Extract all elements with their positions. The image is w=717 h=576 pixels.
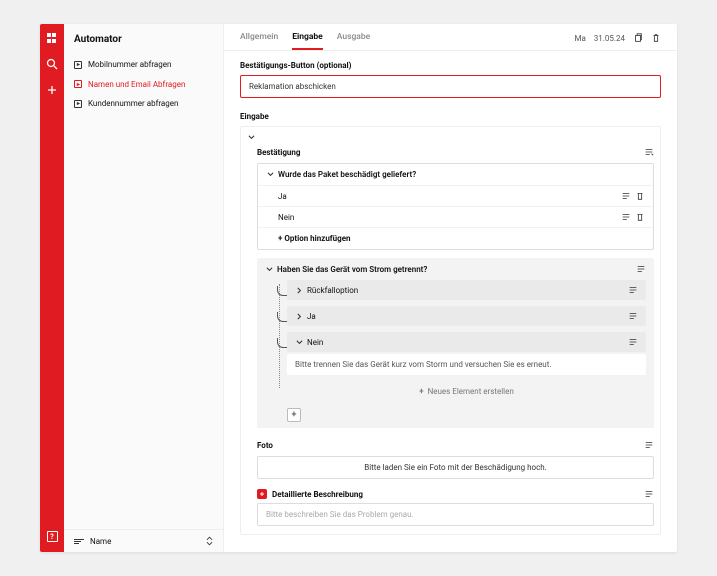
search-icon[interactable] — [46, 58, 58, 70]
ja-item[interactable]: Ja — [287, 306, 646, 326]
connector-curve — [277, 338, 287, 348]
chevron-down-icon — [265, 265, 273, 273]
delete-icon[interactable] — [651, 33, 661, 43]
top-bar: Allgemein Eingabe Ausgabe Ma 31.05.24 — [224, 24, 677, 51]
play-icon — [74, 61, 82, 69]
help-icon[interactable]: ? — [47, 531, 58, 542]
input-section-label: Eingabe — [240, 112, 661, 121]
new-element-button[interactable]: + Neues Element erstellen — [287, 381, 646, 402]
content-scroll: Bestätigungs-Button (optional) Reklamati… — [224, 51, 677, 552]
edit-icon[interactable] — [621, 191, 631, 201]
sidebar: Automator Mobilnummer abfragen Namen und… — [64, 24, 224, 552]
edit-icon[interactable] — [628, 337, 638, 347]
delete-icon[interactable] — [635, 191, 645, 201]
nav-rail: ? — [40, 24, 64, 552]
app-window: ? Automator Mobilnummer abfragen Namen u… — [40, 24, 677, 552]
main-panel: Allgemein Eingabe Ausgabe Ma 31.05.24 Be… — [224, 24, 677, 552]
sidebar-item-mobilnummer[interactable]: Mobilnummer abfragen — [64, 55, 223, 75]
question-box: Wurde das Paket beschädigt geliefert? Ja… — [257, 163, 654, 250]
foto-upload-box[interactable]: Bitte laden Sie ein Foto mit der Beschäd… — [257, 456, 654, 479]
date-prefix: Ma — [574, 34, 585, 43]
foto-block: Foto Bitte laden Sie ein Foto mit der Be… — [257, 438, 654, 479]
apps-icon[interactable] — [46, 32, 58, 44]
sort-control[interactable]: Name — [64, 529, 223, 552]
delete-icon[interactable] — [635, 212, 645, 222]
bestaetigung-header[interactable]: Bestätigung — [257, 145, 654, 159]
sidebar-list: Mobilnummer abfragen Namen und Email Abf… — [64, 53, 223, 114]
required-badge-icon — [257, 489, 267, 499]
question-header[interactable]: Wurde das Paket beschädigt geliefert? — [258, 164, 653, 185]
confirm-button-value: Reklamation abschicken — [249, 82, 336, 91]
sort-stepper-icon — [206, 536, 213, 546]
edit-icon[interactable] — [628, 311, 638, 321]
strom-block: Haben Sie das Gerät vom Strom getrennt? … — [257, 258, 654, 428]
tree-root-toggle[interactable] — [247, 133, 654, 141]
sidebar-title: Automator — [64, 24, 223, 53]
nein-label: Nein — [307, 338, 323, 347]
sidebar-item-label: Kundennummer abfragen — [88, 99, 178, 109]
strom-header[interactable]: Haben Sie das Gerät vom Strom getrennt? — [265, 264, 646, 274]
top-meta: Ma 31.05.24 — [574, 33, 661, 49]
tab-allgemein[interactable]: Allgemein — [240, 32, 278, 50]
connector-curve — [277, 286, 287, 296]
new-element-label: Neues Element erstellen — [428, 387, 514, 396]
strom-question: Haben Sie das Gerät vom Strom getrennt? — [277, 265, 427, 274]
edit-icon[interactable] — [636, 264, 646, 274]
connector-curve — [277, 312, 287, 322]
sidebar-item-label: Mobilnummer abfragen — [88, 60, 171, 70]
edit-icon[interactable] — [644, 440, 654, 450]
detail-title: Detaillierte Beschreibung — [272, 490, 363, 499]
chevron-down-icon — [266, 171, 274, 179]
chevron-down-icon — [247, 133, 255, 141]
tabs: Allgemein Eingabe Ausgabe — [240, 32, 370, 50]
detail-header[interactable]: Detaillierte Beschreibung — [257, 489, 654, 499]
sort-icon — [74, 539, 84, 544]
confirm-button-field[interactable]: Reklamation abschicken — [240, 75, 661, 98]
fallback-label: Rückfalloption — [307, 286, 358, 295]
option-label: Ja — [278, 192, 287, 201]
option-ja[interactable]: Ja — [258, 185, 653, 206]
input-tree: Bestätigung Wurde das Paket beschädigt g… — [240, 126, 661, 535]
detail-block: Detaillierte Beschreibung Bitte beschrei… — [257, 489, 654, 526]
sort-label: Name — [90, 537, 111, 546]
date-value: 31.05.24 — [594, 34, 625, 43]
strom-nested: Rückfalloption Ja — [277, 280, 646, 402]
play-icon — [74, 100, 82, 108]
add-icon[interactable] — [46, 84, 58, 96]
sidebar-item-namen-email[interactable]: Namen und Email Abfragen — [64, 75, 223, 95]
chevron-down-icon — [295, 338, 303, 346]
ja-label: Ja — [307, 312, 316, 321]
edit-icon[interactable] — [644, 489, 654, 499]
sidebar-item-label: Namen und Email Abfragen — [88, 80, 185, 90]
nein-item[interactable]: Nein — [287, 332, 646, 352]
foto-title: Foto — [257, 441, 273, 450]
option-nein[interactable]: Nein — [258, 206, 653, 227]
sidebar-item-kundennummer[interactable]: Kundennummer abfragen — [64, 94, 223, 114]
foto-header[interactable]: Foto — [257, 438, 654, 452]
bestaetigung-block: Bestätigung Wurde das Paket beschädigt g… — [257, 145, 654, 428]
plus-icon: + — [419, 387, 423, 396]
edit-icon[interactable] — [628, 285, 638, 295]
edit-icon[interactable] — [644, 147, 654, 157]
detail-textarea[interactable]: Bitte beschreiben Sie das Problem genau. — [257, 503, 654, 526]
add-branch-button[interactable]: + — [287, 408, 301, 422]
bestaetigung-title: Bestätigung — [257, 148, 300, 157]
tab-ausgabe[interactable]: Ausgabe — [337, 32, 370, 50]
play-icon — [74, 80, 82, 88]
chevron-right-icon — [295, 312, 303, 320]
connector-line — [279, 284, 280, 388]
option-label: Nein — [278, 213, 294, 222]
chevron-right-icon — [295, 286, 303, 294]
fallback-item[interactable]: Rückfalloption — [287, 280, 646, 300]
edit-icon[interactable] — [621, 212, 631, 222]
confirm-button-label: Bestätigungs-Button (optional) — [240, 61, 661, 70]
copy-icon[interactable] — [633, 33, 643, 43]
nein-body: Bitte trennen Sie das Gerät kurz vom Sto… — [287, 354, 646, 375]
question-text: Wurde das Paket beschädigt geliefert? — [278, 170, 416, 179]
tab-eingabe[interactable]: Eingabe — [292, 32, 323, 50]
add-option-button[interactable]: + Option hinzufügen — [258, 227, 653, 249]
